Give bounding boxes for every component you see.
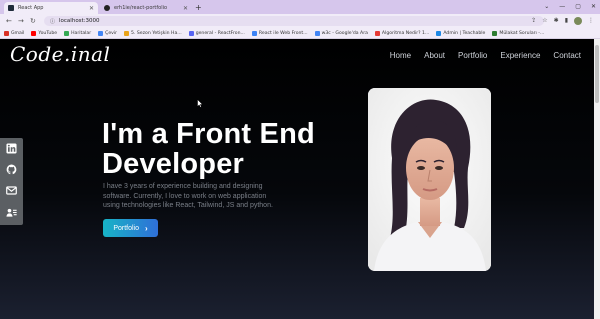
bookmark-interview[interactable]: Mülakat Soruları -... — [492, 30, 544, 36]
document-icon — [492, 30, 498, 36]
bookmark-series[interactable]: 5. Sezon Yetişkin Ha... — [124, 30, 182, 36]
new-tab-button[interactable]: + — [195, 2, 202, 13]
bookmark-translate[interactable]: Çevir — [98, 30, 117, 36]
nav-portfolio[interactable]: Portfolio — [458, 51, 487, 60]
nav-about[interactable]: About — [424, 51, 445, 60]
bookmark-gmail[interactable]: Gmail — [4, 30, 24, 36]
window-controls: ⌄ — ▢ ✕ — [544, 1, 596, 13]
tab-github-repo[interactable]: erh1ie/react-portfolio ✕ — [100, 2, 192, 14]
nav-experience[interactable]: Experience — [500, 51, 540, 60]
hero-bio: I have 3 years of experience building an… — [103, 183, 273, 209]
portfolio-button[interactable]: Portfolio › — [103, 219, 158, 237]
discord-icon — [188, 30, 194, 36]
bookmark-algorithm[interactable]: Algoritma Nedir? 1... — [374, 30, 429, 36]
share-icon[interactable]: ⇪ — [531, 16, 536, 26]
close-window-icon[interactable]: ✕ — [591, 1, 596, 13]
translate-icon — [98, 30, 104, 36]
browser-toolbar: ← → ↻ ⓘ localhost:3000 ⇪ ☆ ✱ ▮ ⋮ — [0, 14, 600, 28]
page-viewport: Code.inal Home About Portfolio Experienc… — [0, 39, 594, 319]
forward-icon[interactable]: → — [18, 16, 24, 26]
portfolio-button-label: Portfolio — [113, 224, 139, 232]
portrait-illustration — [368, 88, 491, 271]
bookmark-youtube[interactable]: YouTube — [31, 30, 57, 36]
extensions-icon[interactable]: ✱ — [554, 16, 559, 26]
scrollbar-thumb[interactable] — [595, 45, 599, 103]
nav-home[interactable]: Home — [390, 51, 411, 60]
chevron-right-icon: › — [145, 223, 148, 233]
video-icon — [374, 30, 380, 36]
social-links-bar — [0, 138, 23, 225]
gmail-icon — [4, 30, 9, 36]
bookmark-discord[interactable]: general - ReactFron... — [188, 30, 245, 36]
back-icon[interactable]: ← — [6, 16, 12, 26]
hero-title: I'm a Front End Developer — [102, 119, 315, 179]
info-icon[interactable]: ⓘ — [50, 18, 55, 25]
react-favicon-icon — [8, 5, 14, 11]
profile-avatar[interactable] — [574, 17, 582, 25]
close-icon[interactable]: ✕ — [89, 5, 94, 12]
page-scrollbar[interactable] — [594, 39, 600, 319]
resume-icon[interactable] — [6, 207, 17, 218]
bookmark-react-course[interactable]: React ile Web Front... — [251, 30, 308, 36]
close-icon[interactable]: ✕ — [183, 5, 188, 12]
mouse-cursor-icon — [197, 99, 203, 108]
mail-icon[interactable] — [6, 185, 17, 196]
minimize-icon[interactable]: — — [559, 1, 565, 13]
bookmark-w3c[interactable]: w3c - Google'da Ara — [314, 30, 368, 36]
address-bar[interactable]: ⓘ localhost:3000 — [44, 16, 544, 26]
reload-icon[interactable]: ↻ — [30, 16, 36, 26]
star-icon[interactable]: ☆ — [542, 16, 547, 26]
teachable-icon — [436, 30, 442, 36]
linkedin-icon[interactable] — [6, 143, 17, 154]
youtube-icon — [31, 30, 37, 36]
github-icon[interactable] — [6, 164, 17, 175]
hero-title-line1: I'm a Front End — [102, 118, 315, 150]
google-icon — [314, 30, 320, 36]
menu-icon[interactable]: ⋮ — [588, 16, 594, 26]
bookmarks-bar: Gmail YouTube Haritalar Çevir 5. Sezon Y… — [0, 28, 600, 39]
site-logo[interactable]: Code.inal — [10, 42, 110, 66]
maximize-icon[interactable]: ▢ — [575, 1, 581, 13]
tab-label: erh1ie/react-portfolio — [114, 5, 168, 11]
address-text: localhost:3000 — [59, 18, 100, 24]
profile-photo — [368, 88, 491, 271]
hero-title-line2: Developer — [102, 148, 245, 180]
chevron-down-icon[interactable]: ⌄ — [544, 1, 549, 13]
maps-icon — [64, 30, 70, 36]
main-navigation: Home About Portfolio Experience Contact — [390, 51, 581, 60]
tab-label: React App — [18, 5, 44, 11]
folder-icon — [124, 30, 130, 36]
tab-react-app[interactable]: React App ✕ — [4, 2, 98, 14]
nav-contact[interactable]: Contact — [553, 51, 581, 60]
github-favicon-icon — [104, 5, 110, 11]
course-icon — [251, 30, 257, 36]
bookmark-teachable[interactable]: Admin | Teachable — [436, 30, 485, 36]
sidebar-icon[interactable]: ▮ — [565, 16, 568, 26]
bookmark-maps[interactable]: Haritalar — [64, 30, 91, 36]
browser-tab-strip: React App ✕ erh1ie/react-portfolio ✕ + ⌄… — [0, 0, 600, 14]
toolbar-icons: ⇪ ☆ ✱ ▮ ⋮ — [531, 16, 594, 26]
